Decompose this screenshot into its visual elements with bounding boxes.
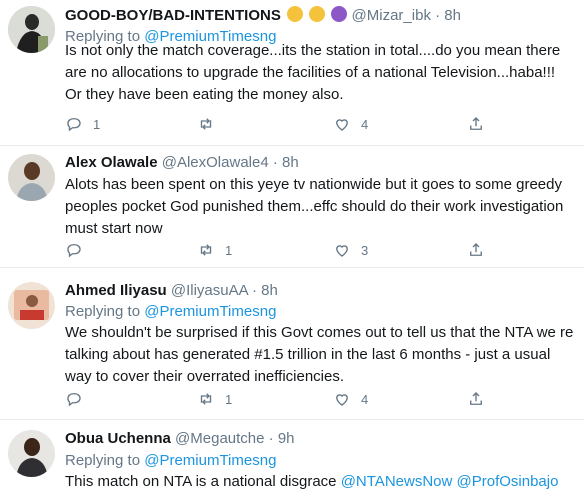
tweet-text: This match on NTA is a national disgrace…	[65, 471, 575, 493]
tweet[interactable]: GOOD-BOY/BAD-INTENTIONS @Mizar_ibk · 8h …	[0, 0, 584, 146]
share-button[interactable]	[467, 390, 485, 408]
relieved-face-emoji	[287, 6, 304, 22]
display-name[interactable]: Obua Uchenna	[65, 430, 171, 447]
separator-dot: ·	[251, 282, 257, 299]
like-button[interactable]: 4	[333, 115, 368, 133]
share-icon	[470, 243, 482, 256]
retweet-count: 1	[225, 242, 233, 258]
like-button[interactable]: 3	[333, 241, 368, 259]
separator-dot: ·	[268, 430, 274, 447]
winking-tongue-emoji	[309, 6, 326, 22]
display-name[interactable]: Ahmed Iliyasu	[65, 282, 167, 299]
user-handle[interactable]: @IliyasuAA	[171, 282, 248, 299]
tweet-text: We shouldn't be surprised if this Govt c…	[65, 324, 574, 385]
like-count: 4	[361, 391, 369, 407]
mention-link[interactable]: @ProfOsinbajo	[457, 473, 559, 490]
retweet-icon	[200, 244, 212, 256]
retweet-button[interactable]: 1	[197, 390, 232, 408]
reply-count: 1	[93, 116, 101, 132]
reply-button[interactable]	[65, 390, 93, 408]
display-name[interactable]: GOOD-BOY/BAD-INTENTIONS	[65, 7, 281, 24]
retweet-button[interactable]	[197, 115, 225, 133]
share-button[interactable]	[467, 115, 485, 133]
tweet[interactable]: Alex Olawale @AlexOlawale4 · 8h Alots ha…	[0, 146, 584, 268]
user-handle[interactable]: @AlexOlawale4	[162, 154, 269, 171]
timestamp[interactable]: 9h	[278, 430, 295, 447]
replying-to-mention[interactable]: @PremiumTimesng	[144, 452, 276, 469]
share-icon	[470, 117, 482, 130]
replying-to-label: Replying to	[65, 303, 141, 320]
tweet-actions: 1 4	[65, 115, 545, 135]
replying-to: Replying to @PremiumTimesng	[65, 452, 276, 469]
retweet-icon	[200, 118, 212, 130]
reply-icon	[67, 393, 81, 407]
share-button[interactable]	[467, 241, 485, 259]
tweet[interactable]: Obua Uchenna @Megautche · 9h Replying to…	[0, 420, 584, 501]
retweet-icon	[200, 393, 212, 405]
tweet-actions: 1 3	[65, 241, 545, 261]
separator-dot: ·	[272, 154, 278, 171]
reply-button[interactable]: 1	[65, 115, 100, 133]
timestamp[interactable]: 8h	[282, 154, 299, 171]
avatar[interactable]	[8, 282, 55, 329]
heart-icon	[336, 394, 348, 406]
avatar[interactable]	[8, 154, 55, 201]
retweet-button[interactable]: 1	[197, 241, 232, 259]
tweet[interactable]: Ahmed Iliyasu @IliyasuAA · 8h Replying t…	[0, 268, 584, 420]
reply-icon	[67, 118, 81, 132]
replying-to-mention[interactable]: @PremiumTimesng	[144, 303, 276, 320]
tweet-actions: 1 4	[65, 390, 545, 410]
share-icon	[470, 392, 482, 405]
replying-to-label: Replying to	[65, 452, 141, 469]
mention-link[interactable]: @NTANewsNow	[341, 473, 453, 490]
tweet-text: Alots has been spent on this yeye tv nat…	[65, 176, 564, 237]
retweet-count: 1	[225, 391, 233, 407]
display-name[interactable]: Alex Olawale	[65, 154, 158, 171]
avatar[interactable]	[8, 430, 55, 477]
like-button[interactable]: 4	[333, 390, 368, 408]
heart-icon	[336, 245, 348, 257]
user-handle[interactable]: @Megautche	[175, 430, 264, 447]
replying-to: Replying to @PremiumTimesng	[65, 303, 276, 320]
like-count: 3	[361, 242, 369, 258]
user-handle[interactable]: @Mizar_ibk	[352, 7, 431, 24]
tweet-text-plain: This match on NTA is a national disgrace	[65, 473, 337, 490]
heart-icon	[336, 119, 348, 131]
reply-button[interactable]	[65, 241, 93, 259]
separator-dot: ·	[435, 7, 441, 24]
purple-devil-emoji	[331, 6, 348, 22]
timestamp[interactable]: 8h	[444, 7, 461, 24]
avatar[interactable]	[8, 6, 55, 53]
like-count: 4	[361, 116, 369, 132]
reply-icon	[67, 244, 81, 258]
timestamp[interactable]: 8h	[261, 282, 278, 299]
tweet-text: Is not only the match coverage...its the…	[65, 42, 561, 103]
